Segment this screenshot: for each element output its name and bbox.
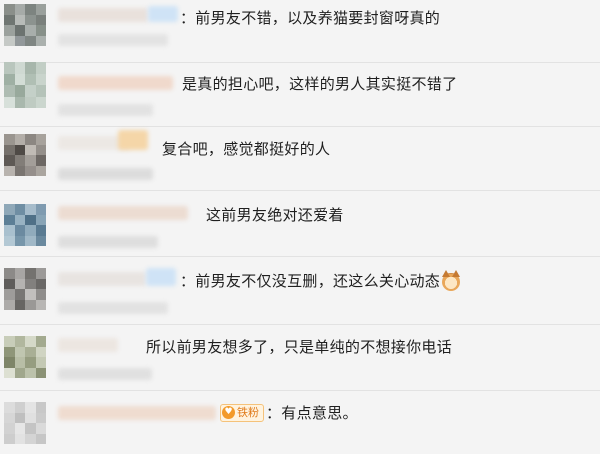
blurred-timestamp (58, 236, 158, 248)
avatar[interactable] (4, 268, 46, 310)
comment-list: ：前男友不错，以及养猫要封窗呀真的 是真的担心吧，这样的男人其实挺不错了 复合吧… (0, 0, 600, 454)
blurred-timestamp (58, 368, 152, 380)
blurred-username[interactable] (58, 272, 146, 286)
comment-item: 复合吧，感觉都挺好的人 (0, 126, 600, 191)
blurred-username[interactable] (58, 206, 188, 220)
blurred-username[interactable] (58, 406, 216, 420)
avatar[interactable] (4, 204, 46, 246)
comment-text: ：前男友不错，以及养猫要封窗呀真的 (180, 9, 441, 27)
blurred-username[interactable] (58, 76, 173, 90)
comment-item: ：前男友不错，以及养猫要封窗呀真的 (0, 0, 600, 63)
comment-text: 这前男友绝对还爱着 (206, 206, 344, 224)
fan-badge: ♥ 铁粉 (220, 404, 264, 422)
comment-item: 所以前男友想多了，只是单纯的不想接你电话 (0, 324, 600, 391)
comment-text: ：前男友不仅没互删，还这么关心动态 (180, 272, 441, 290)
avatar[interactable] (4, 4, 46, 46)
avatar[interactable] (4, 336, 46, 378)
blurred-timestamp (58, 168, 153, 180)
comment-item: ♥ 铁粉 ：有点意思。 (0, 390, 600, 454)
blurred-timestamp (58, 34, 168, 46)
cat-face-emoji-icon (442, 270, 460, 291)
comment-text: 所以前男友想多了，只是单纯的不想接你电话 (146, 338, 453, 356)
blurred-timestamp (58, 104, 153, 116)
blurred-username[interactable] (58, 338, 118, 352)
avatar[interactable] (4, 402, 46, 444)
blurred-avatar-badge (118, 130, 148, 150)
comment-text: 是真的担心吧，这样的男人其实挺不错了 (182, 75, 458, 93)
comment-item: ：前男友不仅没互删，还这么关心动态 (0, 256, 600, 325)
comment-text: ：有点意思。 (266, 404, 358, 422)
comment-item: 这前男友绝对还爱着 (0, 190, 600, 257)
avatar[interactable] (4, 62, 46, 108)
comment-item: 是真的担心吧，这样的男人其实挺不错了 (0, 62, 600, 127)
blurred-username[interactable] (58, 8, 148, 22)
blurred-username-badge (148, 6, 178, 22)
blurred-username-badge (146, 268, 176, 286)
fan-badge-icon: ♥ (222, 406, 235, 419)
avatar[interactable] (4, 134, 46, 176)
fan-badge-label: 铁粉 (237, 406, 259, 419)
blurred-timestamp (58, 302, 168, 314)
comment-text: 复合吧，感觉都挺好的人 (162, 140, 331, 158)
